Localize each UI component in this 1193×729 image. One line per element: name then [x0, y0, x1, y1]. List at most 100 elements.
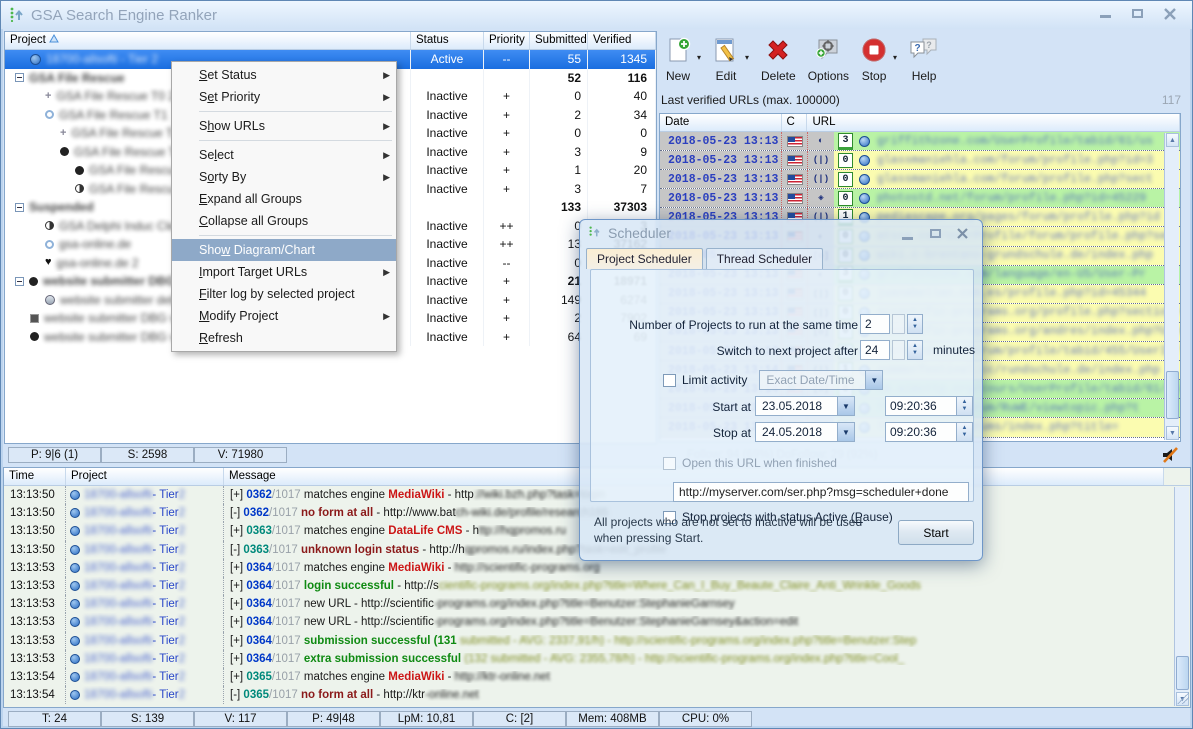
log-message-segment: matches engine: [304, 562, 388, 574]
tree-expander-icon[interactable]: [15, 73, 24, 82]
scroll-up-arrow[interactable]: ▲: [1166, 133, 1179, 147]
scroll-down-arrow[interactable]: ▼: [1166, 426, 1179, 440]
grid-icon: [30, 314, 39, 323]
log-scroll-thumb[interactable]: [1176, 656, 1189, 690]
url-column-header-c[interactable]: C: [782, 114, 808, 131]
plus-icon: +: [60, 127, 66, 139]
engine-icon: ◈: [808, 189, 834, 207]
log-project-cell: 18700-allsofti - Tier 2: [66, 632, 224, 650]
log-row[interactable]: 13:13:5418700-allsofti - Tier 2[+] 0365/…: [4, 668, 1190, 686]
help-button[interactable]: ??Help: [903, 35, 945, 85]
menu-item-refresh[interactable]: Refresh: [172, 327, 396, 349]
scheduler-groupbox: Number of Projects to run at the same ti…: [590, 269, 974, 502]
log-project-name: 18700-allsofti: [84, 671, 152, 683]
url-row[interactable]: 2018-05-23 13:13(|)0glassmaniehla.com/fo…: [660, 170, 1180, 189]
menu-item-set-priority[interactable]: Set Priority▶: [172, 86, 396, 108]
url-column-header-url[interactable]: URL: [807, 114, 1180, 131]
edit-dropdown-arrow-icon[interactable]: ▾: [745, 53, 755, 62]
menu-item-select[interactable]: Select▶: [172, 144, 396, 166]
column-header-submitted[interactable]: Submitted: [530, 32, 588, 49]
stop-date-select[interactable]: 24.05.2018▼: [755, 422, 855, 442]
num-projects-input[interactable]: 2: [860, 314, 890, 334]
log-row[interactable]: 13:13:5318700-allsofti - Tier 2[+] 0364/…: [4, 632, 1190, 650]
maximize-button[interactable]: [1130, 7, 1146, 21]
log-message-segment: 0363: [246, 525, 272, 537]
menu-item-modify-project[interactable]: Modify Project▶: [172, 305, 396, 327]
log-row[interactable]: 13:13:5318700-allsofti - Tier 2[+] 0364/…: [4, 650, 1190, 668]
start-date-select[interactable]: 23.05.2018▼: [755, 396, 855, 416]
log-row[interactable]: 13:13:5318700-allsofti - Tier 2[+] 0364/…: [4, 595, 1190, 613]
dialog-titlebar[interactable]: Scheduler: [580, 220, 982, 246]
edit-button[interactable]: Edit: [707, 35, 745, 85]
resize-grip[interactable]: [1177, 692, 1189, 704]
sound-muted-icon[interactable]: [1160, 446, 1180, 467]
switch-after-spinner[interactable]: ▲▼: [907, 340, 923, 360]
menu-item-set-status[interactable]: Set Status▶: [172, 64, 396, 86]
url-list-scrollbar[interactable]: ▲ ▼: [1164, 133, 1179, 440]
url-date-cell: 2018-05-23 13:13: [660, 170, 782, 188]
priority-cell: +: [484, 87, 530, 106]
menu-item-filter-log-by-selected-project[interactable]: Filter log by selected project: [172, 283, 396, 305]
limit-mode-select[interactable]: Exact Date/Time▼: [759, 370, 883, 390]
project-list-header: Project StatusPrioritySubmittedVerified: [5, 32, 656, 50]
new-button-label: New: [666, 69, 690, 83]
column-header-status[interactable]: Status: [411, 32, 484, 49]
status-cell-6: Mem: 408MB: [566, 711, 659, 727]
tab-project-scheduler[interactable]: Project Scheduler: [586, 248, 703, 269]
log-row[interactable]: 13:13:5318700-allsofti - Tier 2[+] 0364/…: [4, 613, 1190, 631]
titlebar[interactable]: GSA Search Engine Ranker: [1, 1, 1192, 29]
log-project-cell: 18700-allsofti - Tier 2: [66, 668, 224, 686]
menu-item-import-target-urls[interactable]: Import Target URLs▶: [172, 261, 396, 283]
new-button[interactable]: New: [659, 35, 697, 85]
stop-dropdown-arrow-icon[interactable]: ▾: [893, 53, 903, 62]
menu-item-expand-all-groups[interactable]: Expand all Groups: [172, 188, 396, 210]
url-row[interactable]: 2018-05-23 13:13(|)0glassmaniehla.com/fo…: [660, 151, 1180, 170]
menu-item-show-diagram-chart[interactable]: Show Diagram/Chart: [172, 239, 396, 261]
new-dropdown-arrow-icon[interactable]: ▾: [697, 53, 707, 62]
stop-time-spinner[interactable]: ▲▼: [957, 422, 973, 442]
log-column-header-time[interactable]: Time: [4, 468, 66, 485]
start-button[interactable]: Start: [898, 520, 974, 545]
menu-item-show-urls[interactable]: Show URLs▶: [172, 115, 396, 137]
switch-after-input[interactable]: 24: [860, 340, 890, 360]
scroll-thumb[interactable]: [1166, 371, 1179, 419]
column-header-project[interactable]: Project: [5, 32, 411, 49]
dialog-minimize-button[interactable]: [900, 227, 916, 241]
ghost-box: [892, 314, 905, 334]
log-row[interactable]: 13:13:5418700-allsofti - Tier 2[-] 0365/…: [4, 686, 1190, 704]
log-column-header-project[interactable]: Project: [66, 468, 224, 485]
tab-thread-scheduler[interactable]: Thread Scheduler: [706, 248, 823, 269]
url-column-header-date[interactable]: Date: [660, 114, 782, 131]
options-button[interactable]: Options: [802, 35, 855, 85]
dialog-maximize-button[interactable]: [928, 227, 944, 241]
url-row[interactable]: 2018-05-23 13:13◈0photostd.net/forum/pro…: [660, 189, 1180, 208]
menu-item-sorty-by[interactable]: Sorty By▶: [172, 166, 396, 188]
log-row[interactable]: 13:13:5318700-allsofti - Tier 2[+] 0364/…: [4, 577, 1190, 595]
num-projects-spinner[interactable]: ▲▼: [907, 314, 923, 334]
log-row[interactable]: 13:13:5318700-allsofti - Tier 2[+] 0364/…: [4, 559, 1190, 577]
stop-time-input[interactable]: 09:20:36: [885, 422, 957, 442]
log-scrollbar[interactable]: ▼: [1174, 487, 1189, 706]
count-badge: 3: [838, 133, 853, 150]
delete-button[interactable]: Delete: [755, 35, 802, 85]
open-url-checkbox[interactable]: [663, 457, 676, 470]
url-text: photostd.net/forum/profile.php?id=45229: [873, 192, 1180, 205]
tree-expander-icon[interactable]: [15, 203, 24, 212]
finish-url-input[interactable]: [673, 482, 969, 502]
menu-item-label: Show URLs: [199, 119, 265, 133]
column-header-priority[interactable]: Priority: [484, 32, 530, 49]
options-button-label: Options: [808, 69, 849, 83]
start-time-input[interactable]: 09:20:36: [885, 396, 957, 416]
limit-activity-checkbox[interactable]: [663, 374, 676, 387]
project-name: 18700-allsofti - Tier 2: [46, 52, 158, 66]
tree-expander-icon[interactable]: [15, 277, 24, 286]
minimize-button[interactable]: [1098, 7, 1114, 21]
start-time-spinner[interactable]: ▲▼: [957, 396, 973, 416]
url-row[interactable]: 2018-05-23 13:13◐3griffithzone.com/UserP…: [660, 132, 1180, 151]
dialog-close-button[interactable]: [956, 227, 972, 241]
stop-button[interactable]: Stop: [855, 35, 893, 85]
column-header-verified[interactable]: Verified: [588, 32, 656, 49]
count-badge: 0: [838, 153, 853, 168]
close-button[interactable]: [1162, 7, 1178, 21]
menu-item-collapse-all-groups[interactable]: Collapse all Groups: [172, 210, 396, 232]
